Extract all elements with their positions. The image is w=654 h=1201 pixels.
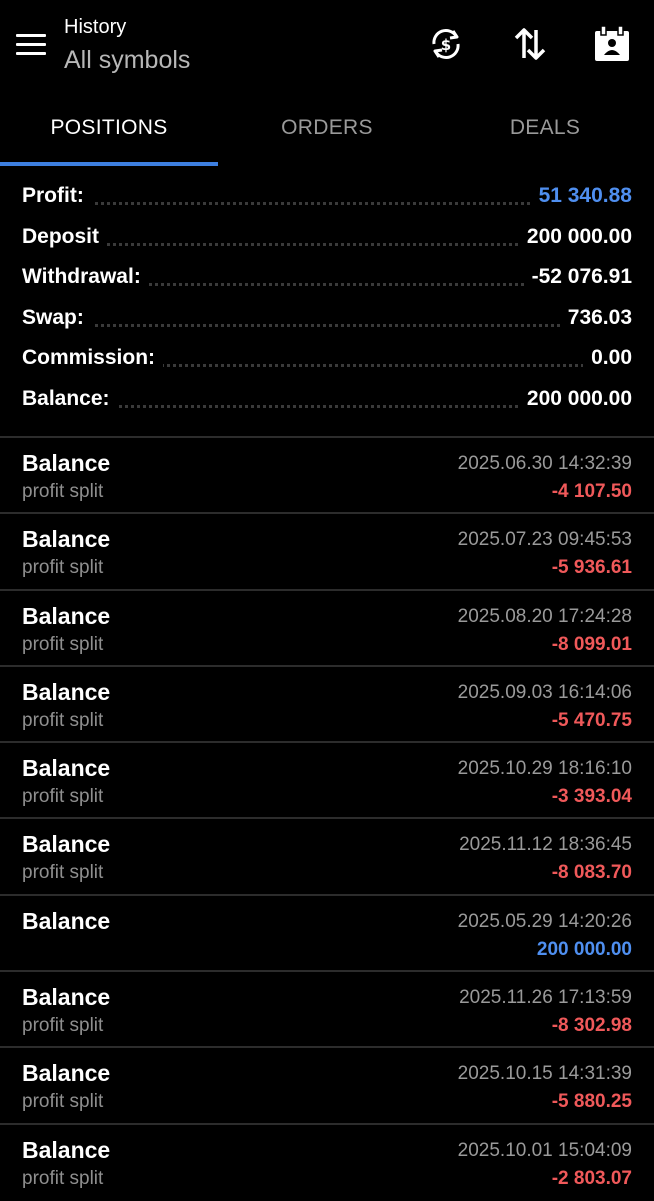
list-item[interactable]: Balance 2025.05.29 14:20:26 200 000.00: [0, 896, 654, 973]
item-title: Balance: [22, 831, 111, 858]
item-timestamp: 2025.11.26 17:13:59: [459, 987, 632, 1009]
item-amount: -5 936.61: [551, 557, 632, 579]
item-comment: profit split: [22, 557, 104, 579]
item-timestamp: 2025.05.29 14:20:26: [457, 910, 632, 932]
item-comment: profit split: [22, 786, 104, 808]
summary-profit: Profit: 51 340.88: [0, 176, 654, 217]
summary-swap: Swap: 736.03: [0, 298, 654, 339]
item-comment: profit split: [22, 1015, 104, 1037]
item-timestamp: 2025.10.15 14:31:39: [457, 1063, 632, 1085]
item-comment: profit split: [22, 862, 104, 884]
history-list: Balance profit split 2025.06.30 14:32:39…: [0, 438, 654, 1201]
item-timestamp: 2025.08.20 17:24:28: [457, 605, 632, 627]
list-item[interactable]: Balance profit split 2025.08.20 17:24:28…: [0, 591, 654, 667]
tab-bar: POSITIONS ORDERS DEALS: [0, 92, 654, 166]
item-comment: profit split: [22, 1091, 104, 1113]
calendar-icon[interactable]: [592, 24, 632, 64]
summary-label: Deposit: [22, 224, 108, 249]
list-item[interactable]: Balance profit split 2025.07.23 09:45:53…: [0, 514, 654, 591]
list-item[interactable]: Balance profit split 2025.11.26 17:13:59…: [0, 972, 654, 1049]
item-amount: -8 083.70: [551, 862, 632, 884]
item-comment: profit split: [22, 633, 104, 655]
item-amount: -3 393.04: [551, 786, 632, 808]
item-title: Balance: [22, 1136, 111, 1163]
list-item[interactable]: Balance profit split 2025.10.29 18:16:10…: [0, 743, 654, 820]
summary-value: 200 000.00: [518, 386, 632, 411]
active-tab-indicator: [0, 162, 218, 166]
menu-icon[interactable]: [16, 34, 46, 56]
list-item[interactable]: Balance profit split 2025.06.30 14:32:39…: [0, 438, 654, 515]
summary-label: Swap:: [22, 305, 92, 330]
item-title: Balance: [22, 678, 111, 705]
summary-deposit: Deposit 200 000.00: [0, 217, 654, 258]
dot-leader: [22, 323, 632, 327]
tab-deals[interactable]: DEALS: [436, 92, 654, 166]
item-title: Balance: [22, 450, 111, 476]
page-title: History: [64, 16, 127, 38]
list-item[interactable]: Balance profit split 2025.11.12 18:36:45…: [0, 819, 654, 896]
tab-positions[interactable]: POSITIONS: [0, 92, 218, 166]
summary-label: Commission:: [22, 346, 164, 371]
summary-label: Withdrawal:: [22, 265, 149, 290]
item-timestamp: 2025.06.30 14:32:39: [457, 453, 632, 474]
item-title: Balance: [22, 984, 111, 1011]
item-comment: profit split: [22, 709, 104, 731]
item-amount: -2 803.07: [551, 1167, 632, 1189]
item-amount: -8 099.01: [551, 633, 632, 655]
summary-withdrawal: Withdrawal: -52 076.91: [0, 257, 654, 298]
sync-currency-icon[interactable]: $: [426, 24, 466, 64]
item-amount: 200 000.00: [536, 938, 632, 960]
item-amount: -4 107.50: [551, 481, 632, 502]
item-timestamp: 2025.10.01 15:04:09: [457, 1139, 632, 1161]
summary-value: 200 000.00: [518, 224, 632, 249]
app-header: History All symbols $: [0, 0, 654, 92]
tab-orders[interactable]: ORDERS: [218, 92, 436, 166]
summary-value: 51 340.88: [530, 184, 632, 208]
svg-text:$: $: [441, 36, 451, 54]
summary-balance: Balance: 200 000.00: [0, 379, 654, 420]
summary-value: 0.00: [583, 346, 632, 371]
list-item[interactable]: Balance profit split 2025.09.03 16:14:06…: [0, 667, 654, 744]
item-amount: -5 880.25: [551, 1091, 632, 1113]
list-item[interactable]: Balance profit split 2025.10.01 15:04:09…: [0, 1125, 654, 1201]
summary-label: Balance:: [22, 386, 118, 411]
item-title: Balance: [22, 602, 111, 629]
item-title: Balance: [22, 755, 111, 782]
item-title: Balance: [22, 907, 111, 934]
item-title: Balance: [22, 526, 111, 553]
summary-value: -52 076.91: [523, 265, 632, 290]
item-comment: profit split: [22, 481, 104, 502]
item-amount: -5 470.75: [551, 709, 632, 731]
summary-commission: Commission: 0.00: [0, 338, 654, 379]
list-item[interactable]: Balance profit split 2025.10.15 14:31:39…: [0, 1048, 654, 1125]
summary-panel: Profit: 51 340.88 Deposit 200 000.00 Wit…: [0, 176, 654, 420]
item-timestamp: 2025.10.29 18:16:10: [457, 758, 632, 780]
sort-icon[interactable]: [510, 24, 550, 64]
item-comment: profit split: [22, 1167, 104, 1189]
item-timestamp: 2025.07.23 09:45:53: [457, 529, 632, 551]
item-timestamp: 2025.09.03 16:14:06: [457, 681, 632, 703]
summary-label: Profit:: [22, 184, 92, 208]
item-timestamp: 2025.11.12 18:36:45: [459, 834, 632, 856]
symbol-filter[interactable]: All symbols: [64, 46, 190, 75]
summary-value: 736.03: [559, 305, 632, 330]
item-amount: -8 302.98: [551, 1015, 632, 1037]
item-title: Balance: [22, 1060, 111, 1087]
